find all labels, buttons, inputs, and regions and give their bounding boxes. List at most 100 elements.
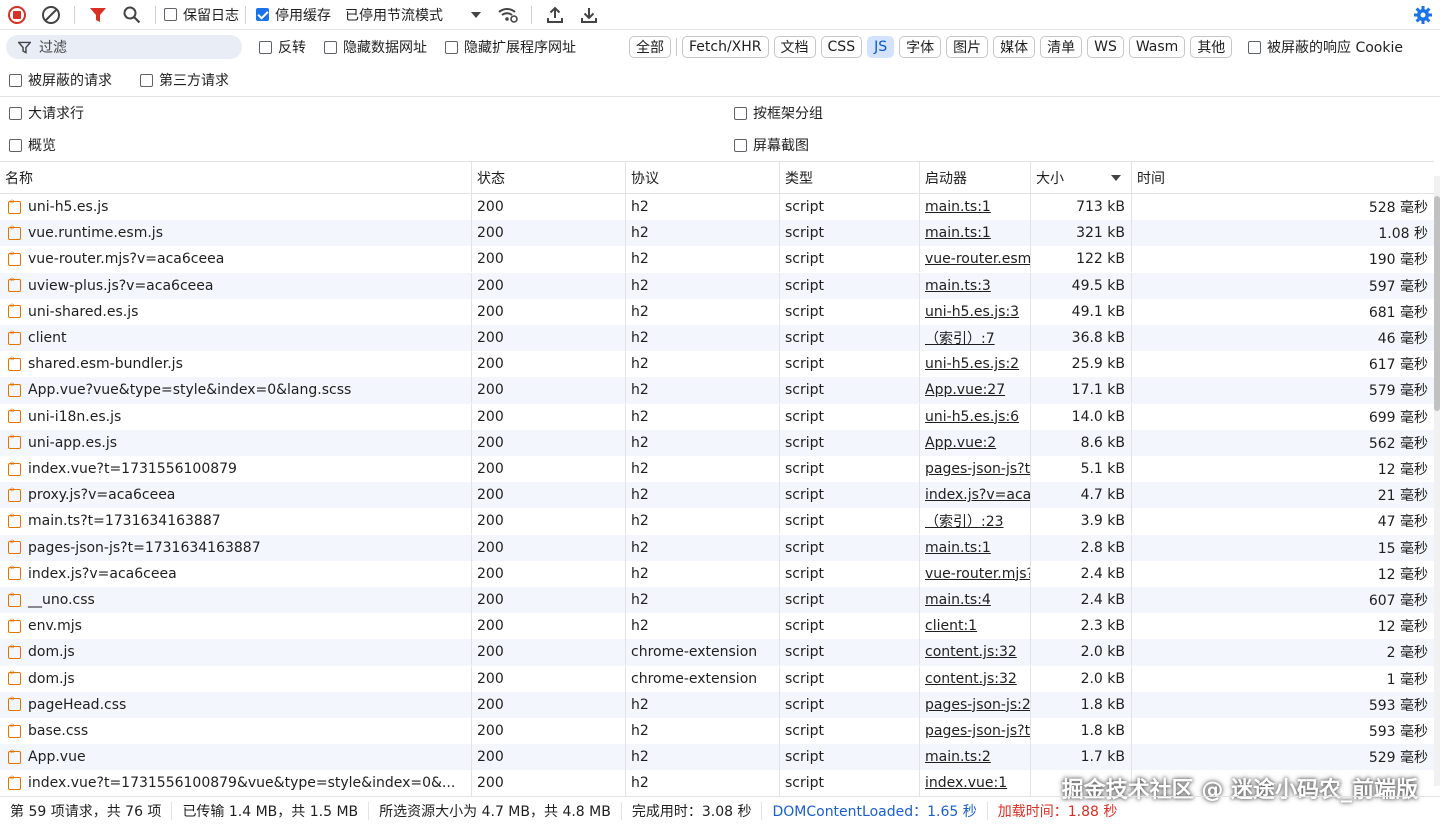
invert-checkbox[interactable] [259, 40, 272, 54]
column-header-initiator[interactable]: 启动器 [919, 162, 1030, 194]
throttling-select[interactable]: 已停用节流模式 [345, 5, 481, 25]
blocked-requests-toggle[interactable]: 被屏蔽的请求 [9, 70, 112, 90]
table-row[interactable]: uview-plus.js?v=aca6ceea 200 h2 script main.… [0, 272, 1434, 299]
cell-initiator[interactable]: main.ts:4 [919, 587, 1030, 613]
table-row[interactable]: dom.js 200 chrome-extension script content.j… [0, 665, 1434, 692]
table-row[interactable]: main.ts?t=1731634163887 200 h2 script （索引）:2… [0, 508, 1434, 535]
overview-toggle[interactable]: 概览 [9, 135, 56, 155]
column-header-protocol[interactable]: 协议 [625, 162, 779, 194]
column-header-name[interactable]: 名称 [0, 162, 471, 194]
table-row[interactable]: uni-i18n.es.js 200 h2 script uni-h5.es.js:6 1… [0, 403, 1434, 430]
filter-input[interactable]: 过滤 [6, 35, 242, 59]
cell-initiator[interactable]: （索引）:7 [919, 325, 1030, 351]
filter-chip-5[interactable]: 字体 [899, 36, 942, 58]
filter-chip-4[interactable]: JS [867, 36, 895, 58]
table-row[interactable]: client 200 h2 script （索引）:7 36.8 kB 46 毫秒 [0, 325, 1434, 352]
network-conditions-button[interactable] [491, 0, 525, 30]
stop-recording-button[interactable] [0, 0, 34, 30]
import-har-button[interactable] [538, 0, 572, 30]
table-row[interactable]: vue-router.mjs?v=aca6ceea 200 h2 script vue-… [0, 246, 1434, 273]
cell-initiator[interactable]: client:1 [919, 613, 1030, 640]
group-by-frame-checkbox[interactable] [734, 106, 747, 120]
cell-initiator[interactable]: pages-json-js?t [919, 456, 1030, 482]
table-row[interactable]: base.css 200 h2 script pages-json-js?t 1.8 kB… [0, 718, 1434, 744]
table-row[interactable]: proxy.js?v=aca6ceea 200 h2 script index.js?v… [0, 482, 1434, 509]
cell-initiator[interactable]: App.vue:2 [919, 429, 1030, 456]
big-rows-toggle[interactable]: 大请求行 [9, 103, 84, 123]
filter-chip-8[interactable]: 清单 [1040, 36, 1083, 58]
group-by-frame-toggle[interactable]: 按框架分组 [734, 103, 823, 123]
cell-initiator[interactable]: main.ts:2 [919, 744, 1030, 771]
filter-chip-1[interactable]: Fetch/XHR [682, 36, 769, 58]
filter-chip-2[interactable]: 文档 [773, 36, 816, 58]
hide-extension-urls-checkbox[interactable] [445, 40, 458, 54]
cell-initiator[interactable]: App.vue:27 [919, 377, 1030, 404]
network-settings-button[interactable] [1406, 0, 1440, 30]
screenshots-checkbox[interactable] [734, 138, 747, 152]
cell-initiator[interactable]: uni-h5.es.js:6 [919, 403, 1030, 430]
cell-initiator[interactable]: （索引）:23 [919, 508, 1030, 535]
filter-chip-3[interactable]: CSS [820, 36, 863, 58]
blocked-cookies-checkbox[interactable] [1248, 40, 1261, 54]
cell-initiator[interactable]: main.ts:1 [919, 220, 1030, 247]
table-row[interactable]: uni-shared.es.js 200 h2 script uni-h5.es.js:… [0, 298, 1434, 325]
cell-initiator[interactable]: pages-json-js:2 [919, 691, 1030, 718]
cell-initiator[interactable]: main.ts:3 [919, 272, 1030, 299]
hide-data-urls-checkbox[interactable] [324, 40, 337, 54]
cell-initiator[interactable]: uni-h5.es.js:2 [919, 351, 1030, 378]
column-header-type[interactable]: 类型 [779, 162, 919, 194]
hide-data-urls-toggle[interactable]: 隐藏数据网址 [324, 37, 427, 57]
invert-toggle[interactable]: 反转 [259, 37, 306, 57]
preserve-log-checkbox[interactable] [164, 8, 177, 21]
blocked-cookies-toggle[interactable]: 被屏蔽的响应 Cookie [1248, 37, 1403, 57]
table-row[interactable]: uni-h5.es.js 200 h2 script main.ts:1 713 kB 52… [0, 194, 1434, 220]
cell-initiator[interactable]: main.ts:1 [919, 194, 1030, 220]
table-row[interactable]: shared.esm-bundler.js 200 h2 script uni-h5.e… [0, 351, 1434, 378]
filter-chip-7[interactable]: 媒体 [993, 36, 1036, 58]
filter-toggle-button[interactable] [81, 0, 115, 30]
blocked-requests-checkbox[interactable] [9, 73, 22, 87]
overview-checkbox[interactable] [9, 138, 22, 152]
table-scrollbar-thumb[interactable] [1434, 196, 1440, 411]
hide-extension-urls-toggle[interactable]: 隐藏扩展程序网址 [445, 37, 576, 57]
export-har-button[interactable] [572, 0, 606, 30]
cell-initiator[interactable]: uni-h5.es.js:3 [919, 298, 1030, 325]
table-row[interactable]: vue.runtime.esm.js 200 h2 script main.ts:1 32… [0, 220, 1434, 247]
table-row[interactable]: index.vue?t=1731556100879 200 h2 script page… [0, 456, 1434, 482]
table-row[interactable]: __uno.css 200 h2 script main.ts:4 2.4 kB 607 毫… [0, 587, 1434, 614]
third-party-checkbox[interactable] [140, 73, 153, 87]
third-party-toggle[interactable]: 第三方请求 [140, 70, 229, 90]
column-header-time[interactable]: 时间 [1131, 162, 1434, 194]
table-row[interactable]: App.vue 200 h2 script main.ts:2 1.7 kB 529 毫秒 [0, 744, 1434, 771]
preserve-log-toggle[interactable]: 保留日志 [164, 5, 239, 25]
cell-initiator[interactable]: index.vue:1 [919, 770, 1030, 796]
filter-chip-11[interactable]: 其他 [1190, 36, 1233, 58]
table-scrollbar[interactable] [1434, 176, 1440, 786]
clear-button[interactable] [34, 0, 68, 30]
big-rows-checkbox[interactable] [9, 106, 22, 120]
cell-initiator[interactable]: content.js:32 [919, 639, 1030, 666]
cell-initiator[interactable]: content.js:32 [919, 665, 1030, 692]
filter-chip-0[interactable]: 全部 [629, 36, 671, 58]
search-button[interactable] [115, 0, 149, 30]
disable-cache-toggle[interactable]: 停用缓存 [256, 5, 331, 25]
table-row[interactable]: dom.js 200 chrome-extension script content.j… [0, 639, 1434, 666]
screenshots-toggle[interactable]: 屏幕截图 [734, 135, 809, 155]
table-row[interactable]: index.js?v=aca6ceea 200 h2 script vue-router… [0, 560, 1434, 587]
table-row[interactable]: uni-app.es.js 200 h2 script App.vue:2 8.6 kB 5… [0, 429, 1434, 456]
cell-initiator[interactable]: index.js?v=aca [919, 482, 1030, 509]
table-row[interactable]: pages-json-js?t=1731634163887 200 h2 script… [0, 534, 1434, 561]
cell-initiator[interactable]: pages-json-js?t [919, 718, 1030, 744]
filter-chip-10[interactable]: Wasm [1128, 36, 1186, 58]
disable-cache-checkbox[interactable] [256, 8, 269, 21]
table-row[interactable]: App.vue?vue&type=style&index=0&lang.scss… [0, 377, 1434, 404]
table-row[interactable]: env.mjs 200 h2 script client:1 2.3 kB 12 毫秒 [0, 613, 1434, 640]
filter-chip-9[interactable]: WS [1087, 36, 1124, 58]
table-row[interactable]: pageHead.css 200 h2 script pages-json-js:2 1.… [0, 691, 1434, 718]
column-header-status[interactable]: 状态 [471, 162, 625, 194]
cell-initiator[interactable]: vue-router.esm [919, 246, 1030, 273]
cell-initiator[interactable]: main.ts:1 [919, 534, 1030, 561]
cell-initiator[interactable]: vue-router.mjs? [919, 560, 1030, 587]
filter-chip-6[interactable]: 图片 [946, 36, 989, 58]
column-header-size[interactable]: 大小 [1030, 162, 1131, 194]
